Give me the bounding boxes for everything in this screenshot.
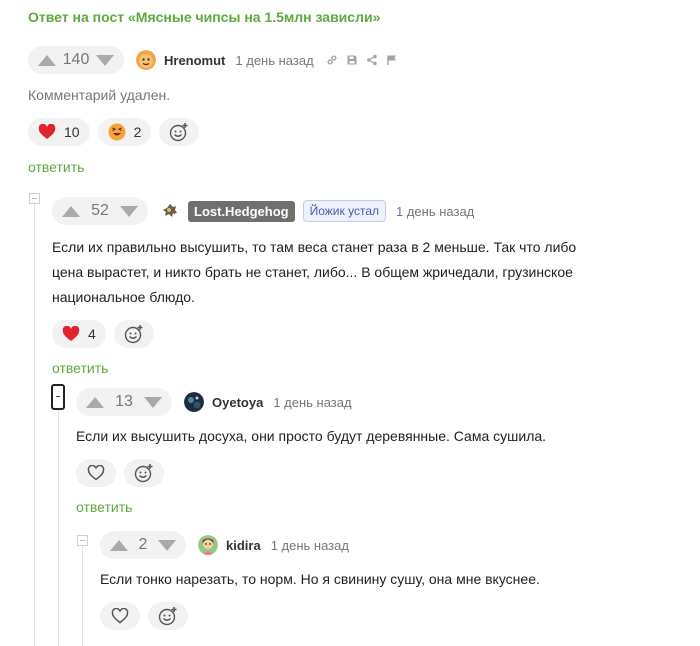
comment: 52 Lost.Hedgehog Йожик устал 1 день наза…: [52, 197, 672, 376]
reaction-count: 10: [64, 124, 80, 140]
like-button[interactable]: [100, 602, 140, 630]
comment: 13 Oyetoya 1 день назад Если их высушить…: [76, 388, 676, 515]
add-emoji-icon: [134, 464, 153, 483]
collapse-thread-button[interactable]: [29, 193, 40, 204]
username[interactable]: kidira: [226, 538, 261, 553]
downvote-button[interactable]: [158, 539, 176, 551]
heart-icon: [38, 124, 56, 139]
save-icon[interactable]: [346, 54, 358, 66]
vote-widget: 13: [76, 388, 172, 416]
comment: 140 Hrenomut 1 день назад Комментарий уд…: [28, 46, 688, 175]
reaction-count: 4: [88, 326, 96, 342]
reactions-bar: [100, 602, 680, 630]
link-icon[interactable]: [326, 54, 338, 66]
downvote-button[interactable]: [96, 54, 114, 66]
comment-deleted-text: Комментарий удален.: [28, 87, 171, 103]
add-reaction-button[interactable]: [159, 118, 200, 146]
upvote-button[interactable]: [38, 54, 56, 66]
reactions-bar: [76, 459, 676, 487]
comment-time[interactable]: 1 день назад: [271, 538, 349, 553]
vote-count: 2: [138, 536, 148, 553]
comment-text: Если их высушить досуха, они просто буду…: [76, 428, 547, 444]
reply-button[interactable]: ответить: [28, 159, 688, 175]
username[interactable]: Lost.Hedgehog: [188, 200, 295, 222]
add-reaction-button[interactable]: [148, 602, 188, 630]
heart-outline-icon: [111, 608, 129, 624]
comment: 2 kidira 1 день назад Если тонко нарезат…: [100, 531, 680, 630]
reaction-heart[interactable]: 4: [52, 320, 106, 348]
upvote-button[interactable]: [86, 396, 104, 408]
vote-widget: 52: [52, 197, 148, 225]
add-reaction-button[interactable]: [113, 320, 154, 348]
avatar[interactable]: [136, 50, 156, 70]
username[interactable]: Hrenomut: [164, 53, 225, 68]
comment-text: Если их правильно высушить, то там веса …: [52, 239, 577, 305]
vote-count: 140: [62, 51, 90, 68]
vote-widget: 140: [28, 46, 124, 74]
comment-time[interactable]: 1 день назад: [235, 53, 313, 68]
comment-time[interactable]: 1 день назад: [273, 395, 351, 410]
thread-line-level-2: [58, 410, 59, 646]
collapse-thread-button[interactable]: [51, 384, 65, 410]
username[interactable]: Oyetoya: [212, 395, 263, 410]
reaction-heart[interactable]: 10: [28, 118, 90, 146]
avatar[interactable]: [198, 535, 218, 555]
vote-widget: 2: [100, 531, 186, 559]
avatar[interactable]: [184, 392, 204, 412]
share-icon[interactable]: [366, 54, 378, 66]
thread-line-level-1: [34, 204, 35, 646]
add-emoji-icon: [158, 607, 177, 626]
report-flag-icon[interactable]: [386, 54, 398, 66]
reaction-laughing[interactable]: 2: [97, 118, 152, 146]
add-emoji-icon: [170, 123, 188, 142]
upvote-button[interactable]: [110, 539, 128, 551]
laughing-emoji-icon: [108, 123, 126, 141]
post-reply-title[interactable]: Ответ на пост «Мясные чипсы на 1.5млн за…: [28, 9, 380, 25]
reactions-bar: 4: [52, 320, 672, 348]
reactions-bar: 10 2: [28, 118, 688, 146]
reply-button[interactable]: ответить: [76, 499, 676, 515]
downvote-button[interactable]: [120, 205, 138, 217]
like-button[interactable]: [76, 459, 116, 487]
heart-icon: [62, 326, 80, 341]
add-reaction-button[interactable]: [124, 459, 164, 487]
comment-text: Если тонко нарезать, то норм. Но я свини…: [100, 571, 540, 587]
reaction-count: 2: [133, 124, 142, 140]
thread-line-level-3: [82, 546, 83, 646]
user-tag: Йожик устал: [302, 200, 386, 222]
downvote-button[interactable]: [144, 396, 162, 408]
upvote-button[interactable]: [62, 205, 80, 217]
reply-button[interactable]: ответить: [52, 360, 672, 376]
avatar[interactable]: [160, 201, 180, 221]
add-emoji-icon: [124, 325, 143, 344]
vote-count: 52: [91, 202, 109, 219]
vote-count: 13: [115, 393, 133, 410]
heart-outline-icon: [87, 465, 105, 481]
collapse-thread-button[interactable]: [77, 535, 88, 546]
comment-time[interactable]: 1 день назад: [396, 204, 474, 219]
